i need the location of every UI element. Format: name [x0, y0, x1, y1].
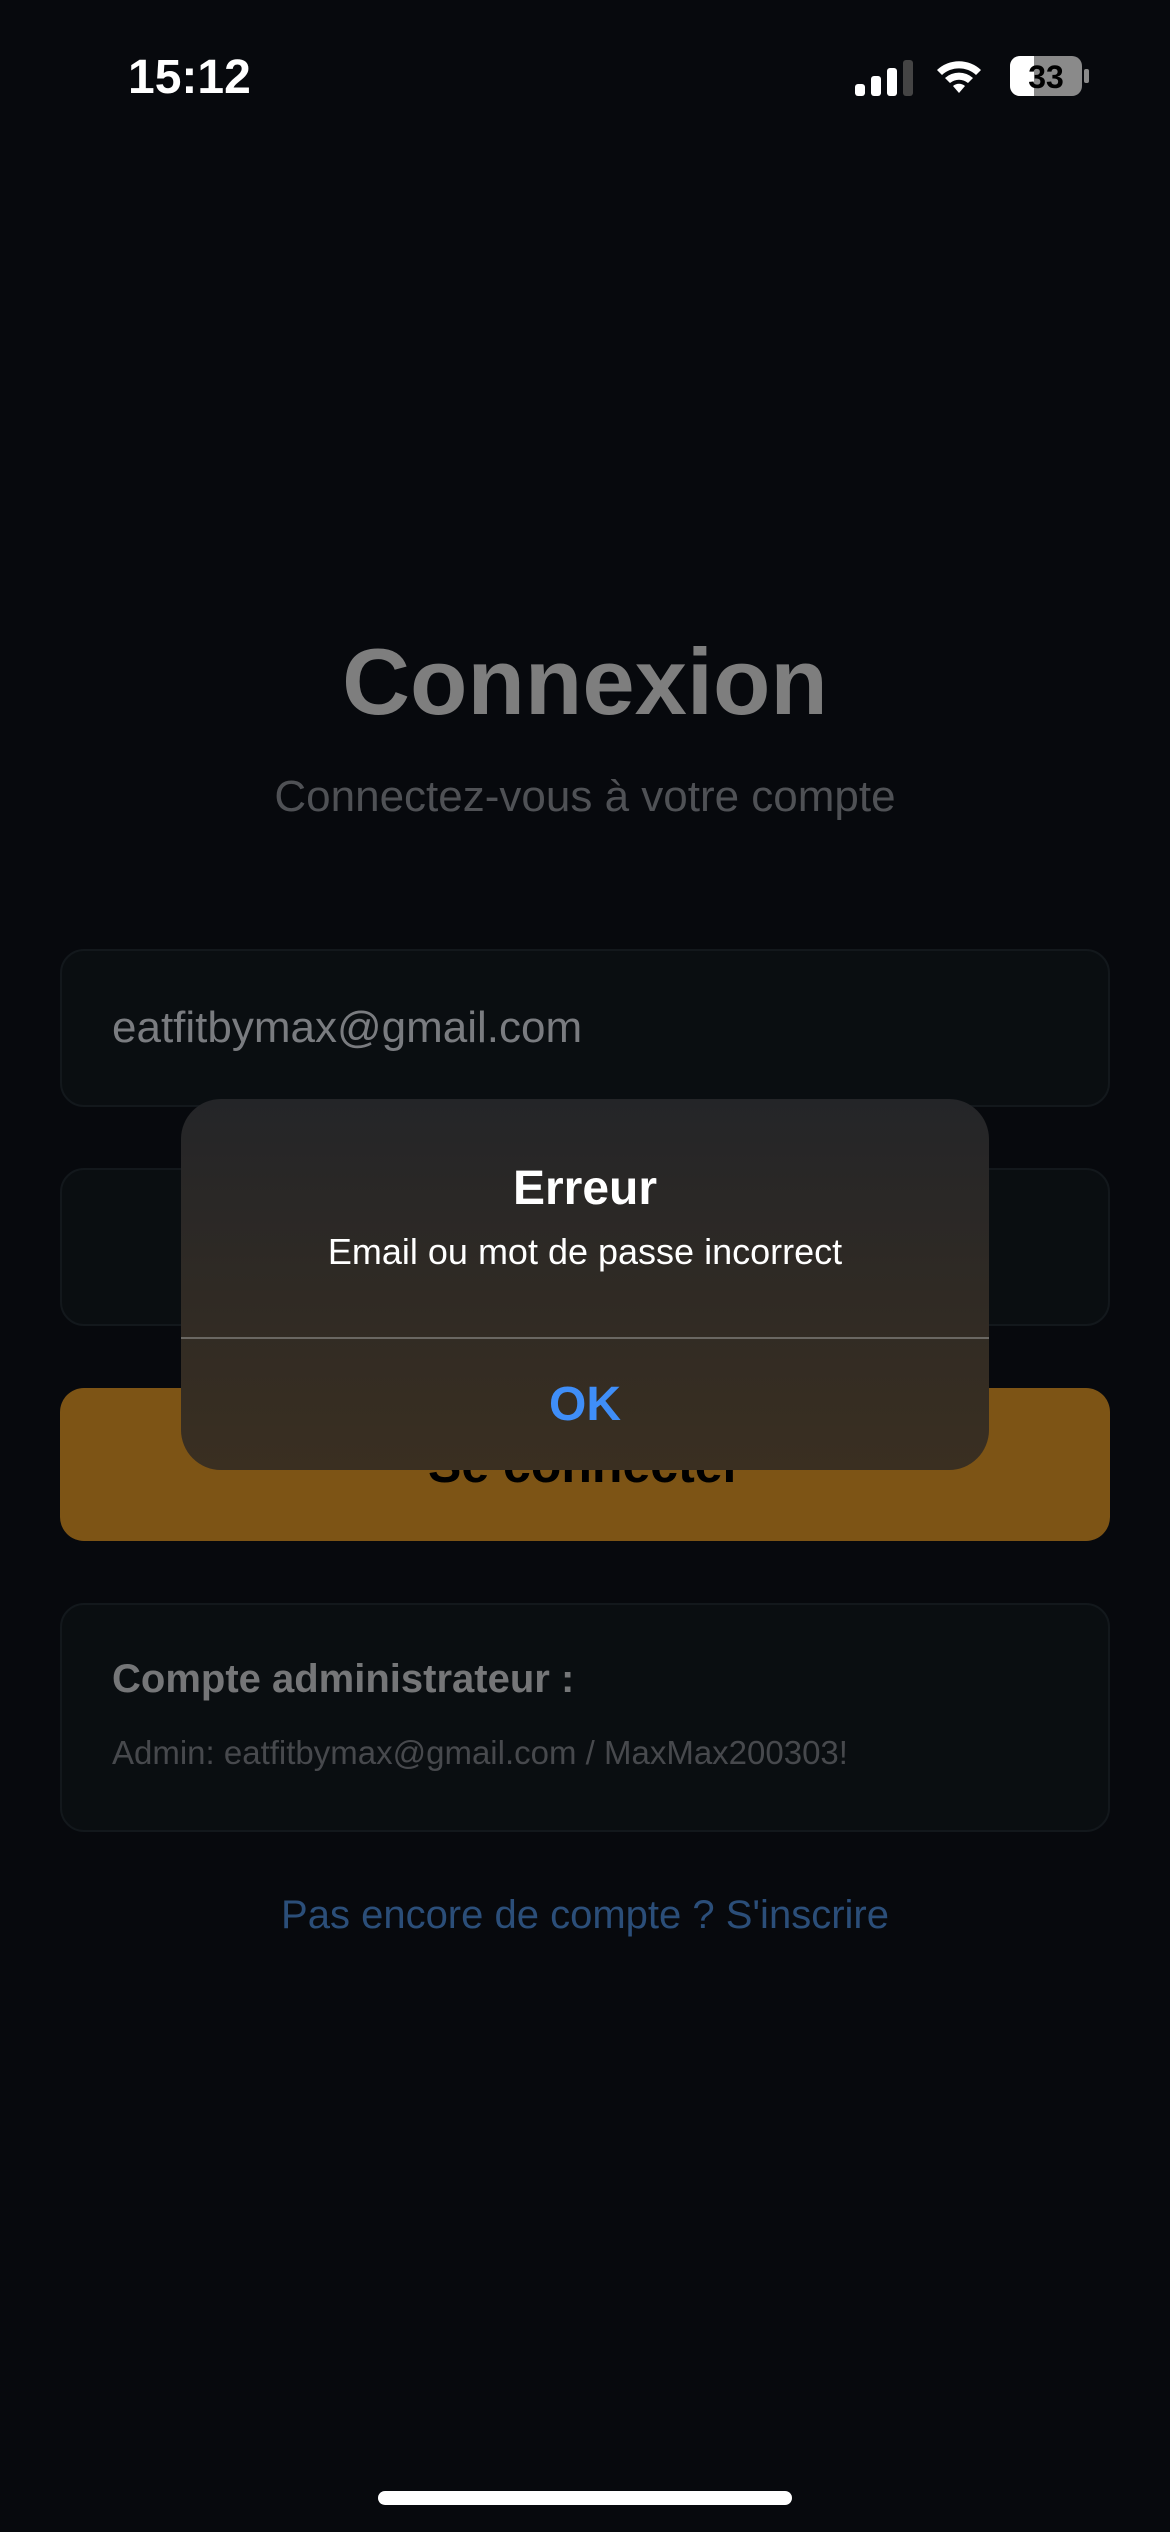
- admin-credentials: Admin: eatfitbymax@gmail.com / MaxMax200…: [112, 1734, 848, 1771]
- wifi-icon: [937, 61, 981, 93]
- error-alert: Erreur Email ou mot de passe incorrect O…: [181, 1099, 989, 1470]
- signal-icon: [855, 60, 913, 96]
- home-indicator[interactable]: [378, 2491, 792, 2505]
- battery-icon: 33: [1010, 56, 1090, 96]
- alert-message: Email ou mot de passe incorrect: [327, 1231, 843, 1272]
- admin-title: Compte administrateur :: [112, 1657, 575, 1701]
- page-subtitle: Connectez-vous à votre compte: [274, 772, 896, 821]
- alert-title: Erreur: [512, 1162, 658, 1215]
- status-time: 15:12: [128, 51, 251, 104]
- signup-link[interactable]: Pas encore de compte ? S'inscrire: [0, 1893, 1170, 1938]
- page-title: Connexion: [342, 629, 828, 734]
- admin-info-card: Compte administrateur : Admin: eatfitbym…: [60, 1603, 1110, 1832]
- email-input[interactable]: eatfitbymax@gmail.com: [60, 949, 1110, 1107]
- alert-ok-button[interactable]: OK: [181, 1339, 989, 1470]
- battery-level: 33: [1028, 59, 1064, 95]
